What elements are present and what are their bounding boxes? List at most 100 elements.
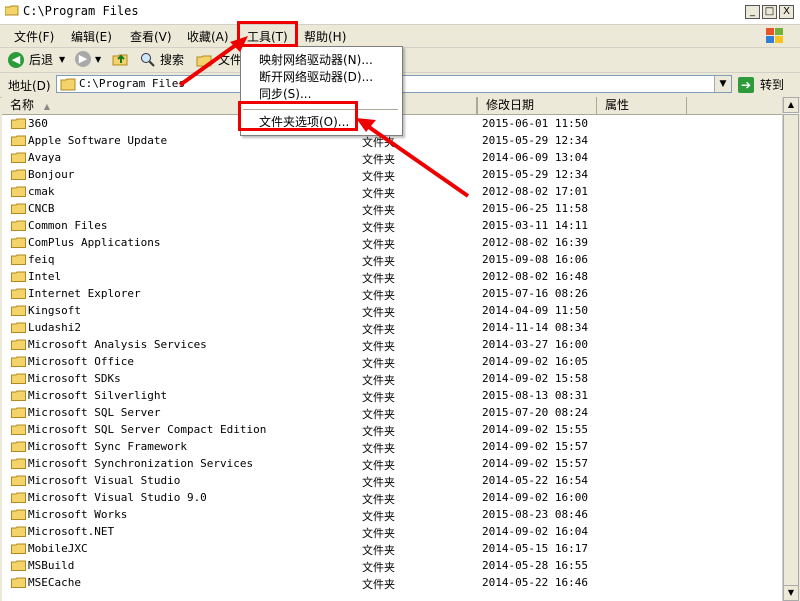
file-type: 文件夹 [362, 136, 395, 149]
scroll-up-button[interactable]: ▲ [783, 97, 799, 113]
file-type: 文件夹 [362, 255, 395, 268]
folder-icon [11, 254, 26, 265]
search-icon [141, 52, 155, 67]
minimize-button[interactable]: _ [745, 5, 760, 19]
menu-item-synchronize[interactable]: 同步(S)... [259, 85, 311, 102]
address-label: 地址(D) [8, 79, 51, 93]
file-date: 2014-09-02 15:58 [482, 372, 588, 385]
folder-icon [11, 475, 26, 486]
folder-icon [11, 169, 26, 180]
file-row[interactable]: MobileJXC 文件夹 2014-05-15 16:17 [2, 540, 782, 557]
go-arrow-icon: ➔ [738, 76, 754, 93]
file-type: 文件夹 [362, 561, 395, 574]
folders-label: 文件 [218, 53, 243, 67]
back-label: 后退 [29, 53, 54, 67]
menu-view[interactable]: 查看(V) [130, 28, 172, 45]
go-button[interactable]: ➔ 转到 [738, 76, 784, 93]
folder-icon [11, 458, 26, 469]
file-name: Common Files [28, 219, 108, 232]
menu-item-disconnect-network-drive[interactable]: 断开网络驱动器(D)... [259, 68, 373, 85]
file-type: 文件夹 [362, 272, 395, 285]
file-row[interactable]: Microsoft.NET 文件夹 2014-09-02 16:04 [2, 523, 782, 540]
file-row[interactable]: Microsoft Works 文件夹 2015-08-23 08:46 [2, 506, 782, 523]
file-row[interactable]: Microsoft Analysis Services 文件夹 2014-03-27… [2, 336, 782, 353]
file-name: Microsoft SQL Server [28, 406, 161, 419]
menu-item-map-network-drive[interactable]: 映射网络驱动器(N)... [259, 51, 373, 68]
file-row[interactable]: Microsoft SQL Server Compact Edition 文件夹 2… [2, 421, 782, 438]
folder-icon [11, 135, 26, 146]
menu-favorites[interactable]: 收藏(A) [187, 28, 229, 45]
file-name: Microsoft Visual Studio [28, 474, 181, 487]
scroll-down-button[interactable]: ▼ [783, 585, 799, 601]
file-row[interactable]: Microsoft SQL Server 文件夹 2015-07-20 08:24 [2, 404, 782, 421]
vertical-scrollbar[interactable]: ▲ ▼ [782, 97, 799, 601]
back-button[interactable]: ◀ 后退 ▼ [8, 51, 65, 68]
file-row[interactable]: Bonjour 文件夹 2015-05-29 12:34 [2, 166, 782, 183]
folder-icon [11, 390, 26, 401]
column-date-label: 修改日期 [486, 98, 535, 112]
column-date[interactable]: 修改日期 [477, 97, 597, 114]
folders-button[interactable]: 文件 [196, 51, 242, 68]
file-date: 2015-08-23 08:46 [482, 508, 588, 521]
folder-icon [11, 118, 26, 129]
file-row[interactable]: MSECache 文件夹 2014-05-22 16:46 [2, 574, 782, 591]
folder-icon [11, 509, 26, 520]
file-type: 文件夹 [362, 408, 395, 421]
folder-icon [11, 543, 26, 554]
file-row[interactable]: Microsoft SDKs 文件夹 2014-09-02 15:58 [2, 370, 782, 387]
file-type: 文件夹 [362, 238, 395, 251]
file-row[interactable]: cmak 文件夹 2012-08-02 17:01 [2, 183, 782, 200]
file-name: Microsoft Sync Framework [28, 440, 187, 453]
menu-edit[interactable]: 编辑(E) [71, 28, 112, 45]
file-row[interactable]: Microsoft Sync Framework 文件夹 2014-09-02 15… [2, 438, 782, 455]
file-row[interactable]: CNCB 文件夹 2015-06-25 11:58 [2, 200, 782, 217]
file-row[interactable]: Intel 文件夹 2012-08-02 16:48 [2, 268, 782, 285]
file-date: 2015-05-29 12:34 [482, 168, 588, 181]
file-row[interactable]: Microsoft Office 文件夹 2014-09-02 16:05 [2, 353, 782, 370]
file-date: 2015-06-01 11:50 [482, 117, 588, 130]
file-row[interactable]: Internet Explorer 文件夹 2015-07-16 08:26 [2, 285, 782, 302]
file-row[interactable]: Common Files 文件夹 2015-03-11 14:11 [2, 217, 782, 234]
scroll-thumb[interactable] [783, 114, 799, 594]
file-type: 文件夹 [362, 289, 395, 302]
file-row[interactable]: Ludashi2 文件夹 2014-11-14 08:34 [2, 319, 782, 336]
file-name: Microsoft SDKs [28, 372, 121, 385]
file-name: Ludashi2 [28, 321, 81, 334]
up-folder-icon [112, 54, 128, 66]
menu-help[interactable]: 帮助(H) [304, 28, 346, 45]
file-type: 文件夹 [362, 459, 395, 472]
file-row[interactable]: Avaya 文件夹 2014-06-09 13:04 [2, 149, 782, 166]
file-row[interactable]: Microsoft Silverlight 文件夹 2015-08-13 08:31 [2, 387, 782, 404]
file-type: 文件夹 [362, 391, 395, 404]
forward-button[interactable]: ▶ ▼ [75, 51, 101, 67]
file-type: 文件夹 [362, 204, 395, 217]
file-name: Microsoft.NET [28, 525, 115, 538]
folder-icon [11, 356, 26, 367]
file-row[interactable]: Microsoft Visual Studio 9.0 文件夹 2014-09-02… [2, 489, 782, 506]
column-attributes[interactable]: 属性 [597, 97, 687, 114]
close-button[interactable]: X [779, 5, 794, 19]
file-row[interactable]: ComPlus Applications 文件夹 2012-08-02 16:39 [2, 234, 782, 251]
file-row[interactable]: Kingsoft 文件夹 2014-04-09 11:50 [2, 302, 782, 319]
maximize-button[interactable]: □ [762, 5, 777, 19]
address-dropdown-button[interactable]: ▼ [714, 76, 731, 92]
folder-icon [11, 203, 26, 214]
file-name: ComPlus Applications [28, 236, 161, 249]
up-folder-button[interactable] [112, 51, 130, 67]
folder-icon [60, 78, 76, 91]
folder-icon [11, 492, 26, 503]
file-row[interactable]: Microsoft Visual Studio 文件夹 2014-05-22 16:… [2, 472, 782, 489]
file-row[interactable]: Microsoft Synchronization Services 文件夹 201… [2, 455, 782, 472]
folder-options-highlight [238, 101, 358, 131]
file-name: Microsoft Visual Studio 9.0 [28, 491, 207, 504]
file-type: 文件夹 [362, 527, 395, 540]
file-date: 2014-09-02 16:04 [482, 525, 588, 538]
menu-file[interactable]: 文件(F) [14, 28, 54, 45]
file-row[interactable]: MSBuild 文件夹 2014-05-28 16:55 [2, 557, 782, 574]
file-date: 2015-09-08 16:06 [482, 253, 588, 266]
search-button[interactable]: 搜索 [140, 51, 184, 68]
file-name: Internet Explorer [28, 287, 141, 300]
file-row[interactable]: feiq 文件夹 2015-09-08 16:06 [2, 251, 782, 268]
column-name[interactable]: 名称 ▲ [2, 97, 262, 114]
file-date: 2014-05-22 16:46 [482, 576, 588, 589]
